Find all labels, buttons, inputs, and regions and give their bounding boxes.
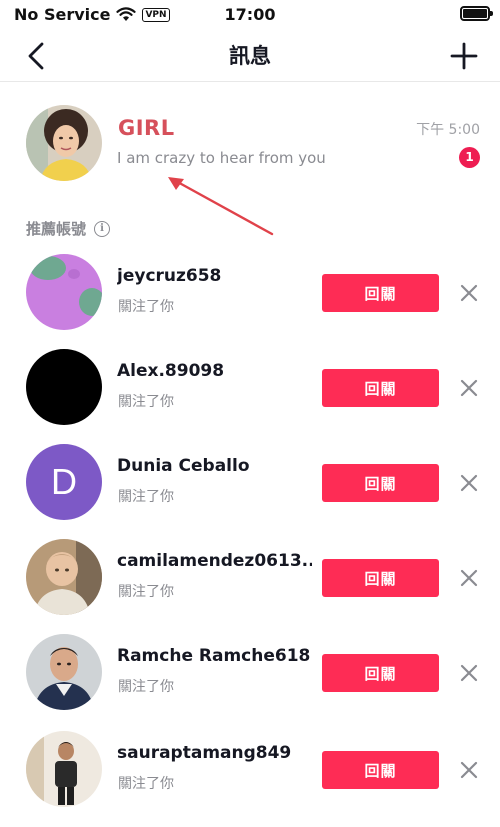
follow-back-button[interactable]: 回關 — [322, 654, 439, 692]
plus-icon[interactable] — [448, 40, 480, 72]
account-subtitle: 關注了你 — [118, 299, 174, 315]
message-preview: I am crazy to hear from you — [117, 149, 326, 167]
follow-back-button[interactable]: 回關 — [322, 274, 439, 312]
annotation-arrow-icon — [168, 177, 274, 236]
follow-back-button[interactable]: 回關 — [322, 559, 439, 597]
section-label: 推薦帳號 i — [26, 218, 111, 239]
avatar[interactable] — [26, 349, 102, 425]
close-icon[interactable] — [459, 663, 479, 683]
status-bar: No Service VPN 17:00 — [0, 0, 500, 30]
follow-back-button[interactable]: 回關 — [322, 751, 439, 789]
close-icon[interactable] — [459, 283, 479, 303]
close-icon[interactable] — [459, 378, 479, 398]
account-subtitle: 關注了你 — [118, 584, 174, 600]
unread-badge: 1 — [459, 147, 480, 168]
status-time: 17:00 — [224, 5, 276, 24]
avatar[interactable] — [26, 105, 102, 181]
message-sender-name: GIRL — [118, 116, 175, 140]
account-name[interactable]: Alex.89098 — [117, 361, 224, 381]
account-name[interactable]: Dunia Ceballo — [117, 456, 250, 476]
info-icon[interactable]: i — [94, 220, 111, 237]
account-name[interactable]: sauraptamang849 — [117, 743, 291, 763]
account-subtitle: 關注了你 — [118, 394, 174, 410]
avatar[interactable] — [26, 731, 102, 807]
suggested-accounts-label: 推薦帳號 — [26, 220, 87, 238]
list-item: Ramche Ramche618 關注了你 回關 — [0, 634, 500, 729]
message-time: 下午 5:00 — [416, 122, 480, 138]
follow-back-button[interactable]: 回關 — [322, 369, 439, 407]
account-subtitle: 關注了你 — [118, 679, 174, 695]
list-item: D Dunia Ceballo 關注了你 回關 — [0, 444, 500, 539]
page-title: 訊息 — [229, 44, 271, 68]
avatar[interactable] — [26, 539, 102, 615]
account-subtitle: 關注了你 — [118, 489, 174, 505]
follow-back-button[interactable]: 回關 — [322, 464, 439, 502]
close-icon[interactable] — [459, 568, 479, 588]
close-icon[interactable] — [459, 760, 479, 780]
account-name[interactable]: camilamendez0613... — [117, 551, 312, 571]
list-item: camilamendez0613... 關注了你 回關 — [0, 539, 500, 634]
avatar[interactable] — [26, 254, 102, 330]
account-subtitle: 關注了你 — [118, 776, 174, 792]
avatar[interactable]: D — [26, 444, 102, 520]
list-item: Alex.89098 關注了你 回關 — [0, 349, 500, 444]
list-item: sauraptamang849 關注了你 回關 — [0, 731, 500, 826]
close-icon[interactable] — [459, 473, 479, 493]
list-item: jeycruz658 關注了你 回關 — [0, 254, 500, 349]
battery-icon — [460, 6, 493, 21]
account-name[interactable]: Ramche Ramche618 — [117, 646, 310, 666]
nav-header: 訊息 — [0, 30, 500, 82]
account-name[interactable]: jeycruz658 — [117, 266, 221, 286]
avatar[interactable] — [26, 634, 102, 710]
